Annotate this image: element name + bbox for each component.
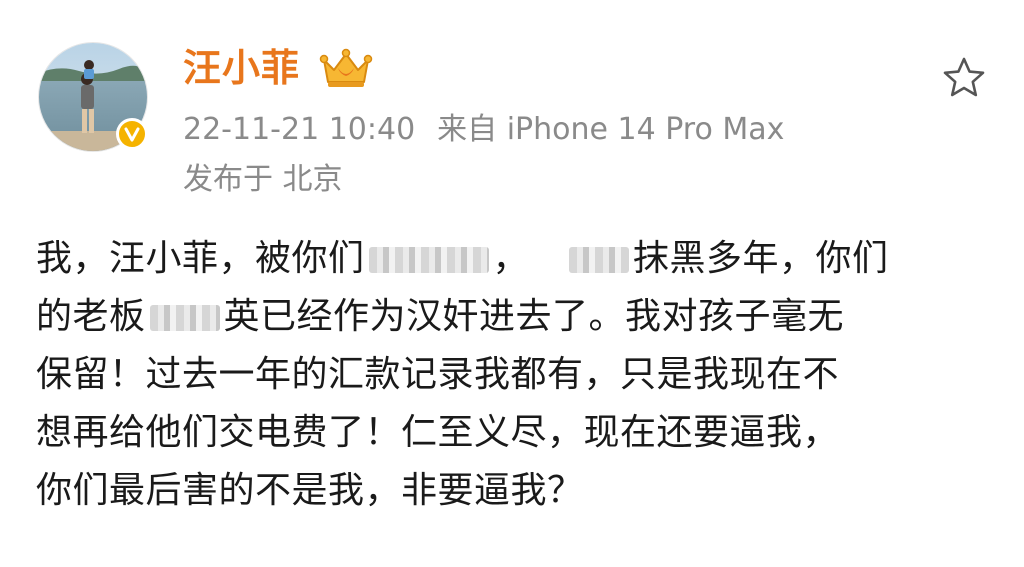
weibo-post: 汪小菲 22-11-21 10:40 来自 iPhone 14 Pro Max 发…: [0, 0, 1024, 567]
post-meta: 22-11-21 10:40 来自 iPhone 14 Pro Max: [183, 108, 784, 152]
redacted-text: [368, 247, 489, 273]
content-text: 的老板: [36, 296, 146, 337]
verified-badge-icon: [116, 118, 148, 150]
post-content: 我，汪小菲，被你们 ， 抹黑多年，你们 的老板 英已经作为汉奸进去了。我对孩子毫无 保…: [36, 230, 986, 520]
post-location: 发布于 北京: [183, 162, 343, 197]
favorite-button[interactable]: [938, 52, 990, 104]
content-line-1: 我，汪小菲，被你们 ， 抹黑多年，你们: [36, 230, 986, 288]
content-line-3: 保留！过去一年的汇款记录我都有，只是我现在不: [36, 354, 840, 395]
star-icon: [943, 57, 985, 97]
content-text: 英已经作为汉奸进去了。我对孩子毫无: [223, 296, 845, 337]
content-text: 我，汪小菲，被你们: [36, 238, 365, 279]
username[interactable]: 汪小菲: [183, 42, 300, 94]
content-line-5: 你们最后害的不是我，非要逼我？: [36, 470, 584, 511]
post-source[interactable]: 来自 iPhone 14 Pro Max: [437, 112, 784, 147]
content-line-4: 想再给他们交电费了！仁至义尽，现在还要逼我，: [36, 412, 840, 453]
content-text: 抹黑多年，你们: [633, 238, 889, 279]
post-timestamp: 22-11-21 10:40: [183, 112, 416, 147]
avatar[interactable]: [38, 42, 150, 154]
redacted-text: [569, 247, 630, 273]
crown-icon[interactable]: [318, 46, 374, 90]
content-line-2: 的老板 英已经作为汉奸进去了。我对孩子毫无: [36, 288, 986, 346]
redacted-text: [149, 305, 220, 331]
content-text: ，: [492, 238, 530, 279]
